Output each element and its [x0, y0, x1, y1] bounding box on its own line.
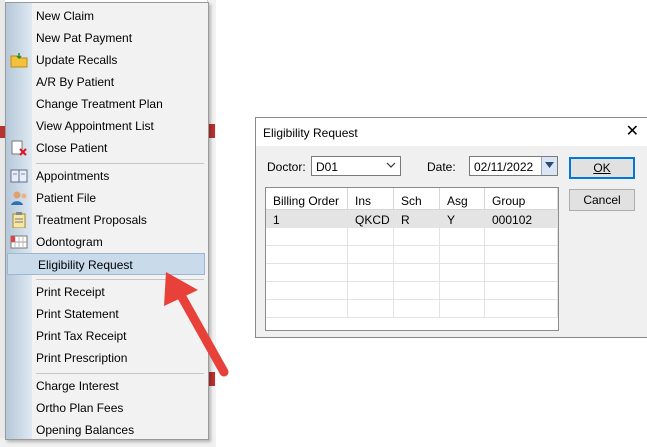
- table-cell: [440, 246, 485, 264]
- menu-item-opening-balances[interactable]: Opening Balances: [6, 419, 206, 441]
- odontogram-icon: [10, 234, 28, 250]
- menu-item-ortho-plan-fees[interactable]: Ortho Plan Fees: [6, 397, 206, 419]
- table-cell[interactable]: R: [394, 210, 440, 228]
- eligibility-request-dialog: Eligibility Request ✕ Doctor: D01 Date: …: [255, 117, 647, 338]
- table-cell: [485, 246, 558, 264]
- table-cell: [440, 228, 485, 246]
- menu-item-label: Ortho Plan Fees: [36, 401, 124, 415]
- table-cell: [266, 282, 348, 300]
- table-cell: [440, 282, 485, 300]
- cancel-button[interactable]: Cancel: [569, 189, 635, 211]
- table-cell: [485, 264, 558, 282]
- clipboard-icon: [10, 212, 28, 229]
- patient-file-icon: [10, 190, 28, 206]
- menu-item-odontogram[interactable]: Odontogram: [6, 231, 206, 253]
- menu-item-label: Print Statement: [36, 307, 119, 321]
- table-cell: [266, 246, 348, 264]
- menu-item-label: Opening Balances: [36, 423, 135, 437]
- menu-item-label: View Appointment List: [36, 119, 154, 133]
- table-cell: [394, 228, 440, 246]
- folder-icon: [10, 52, 28, 68]
- menu-item-patient-file[interactable]: Patient File: [6, 187, 206, 209]
- menu-item-label: Treatment Proposals: [36, 213, 147, 227]
- table-cell: [394, 300, 440, 318]
- doctor-value: D01: [316, 160, 339, 174]
- table-cell: [485, 282, 558, 300]
- insurance-grid[interactable]: Billing Order Ins Sch Asg Group 1 QKCD R Y 000102: [265, 187, 559, 331]
- ok-button[interactable]: OK: [569, 157, 635, 179]
- table-cell: [348, 228, 394, 246]
- menu-item-label: Close Patient: [36, 141, 108, 155]
- table-cell: [348, 282, 394, 300]
- menu-item-label: Charge Interest: [36, 379, 119, 393]
- menu-item-label: New Claim: [36, 9, 95, 23]
- table-cell: [440, 264, 485, 282]
- table-cell: [394, 282, 440, 300]
- menu-item-label: New Pat Payment: [36, 31, 133, 45]
- menu-item-new-pat-payment[interactable]: New Pat Payment: [6, 27, 206, 49]
- chevron-down-icon: [386, 162, 396, 168]
- close-patient-icon: [10, 140, 28, 156]
- table-cell: [394, 246, 440, 264]
- table-cell: [266, 300, 348, 318]
- date-picker[interactable]: 02/11/2022: [469, 156, 558, 176]
- table-cell[interactable]: Y: [440, 210, 485, 228]
- table-cell: [440, 300, 485, 318]
- ok-label: OK: [593, 161, 611, 175]
- menu-item-label: Odontogram: [36, 235, 103, 249]
- red-arrow-annotation: [164, 272, 229, 377]
- appointment-book-icon: [10, 168, 28, 184]
- table-cell: [394, 264, 440, 282]
- menu-item-label: A/R By Patient: [36, 75, 115, 89]
- date-dropdown-button[interactable]: [541, 157, 557, 175]
- doctor-label: Doctor:: [267, 160, 306, 174]
- menu-item-view-appointment-list[interactable]: View Appointment List: [6, 115, 206, 137]
- table-cell: [266, 264, 348, 282]
- menu-item-label: Print Prescription: [36, 351, 128, 365]
- menu-item-label: Update Recalls: [36, 53, 118, 67]
- menu-item-label: Print Receipt: [36, 285, 105, 299]
- date-value: 02/11/2022: [474, 160, 534, 174]
- menu-item-new-claim[interactable]: New Claim: [6, 5, 206, 27]
- table-cell: [266, 228, 348, 246]
- table-cell: [348, 264, 394, 282]
- menu-separator: [36, 163, 204, 164]
- column-header[interactable]: Asg: [440, 188, 485, 210]
- menu-item-appointments[interactable]: Appointments: [6, 165, 206, 187]
- table-cell: [348, 246, 394, 264]
- table-cell: [485, 300, 558, 318]
- column-header[interactable]: Billing Order: [266, 188, 348, 210]
- menu-item-a-r-by-patient[interactable]: A/R By Patient: [6, 71, 206, 93]
- column-header[interactable]: Ins: [348, 188, 394, 210]
- menu-item-treatment-proposals[interactable]: Treatment Proposals: [6, 209, 206, 231]
- table-cell[interactable]: 000102: [485, 210, 558, 228]
- doctor-select[interactable]: D01: [311, 156, 401, 176]
- menu-item-label: Print Tax Receipt: [36, 329, 127, 343]
- close-icon[interactable]: ✕: [626, 124, 639, 140]
- column-header[interactable]: Sch: [394, 188, 440, 210]
- menu-item-label: Eligibility Request: [38, 258, 133, 272]
- menu-item-label: Patient File: [36, 191, 97, 205]
- menu-item-label: Appointments: [36, 169, 110, 183]
- table-cell: [485, 228, 558, 246]
- table-cell[interactable]: QKCD: [348, 210, 394, 228]
- column-header[interactable]: Group: [485, 188, 558, 210]
- dialog-title: Eligibility Request: [263, 126, 358, 140]
- chevron-down-icon: [545, 162, 554, 168]
- menu-item-close-patient[interactable]: Close Patient: [6, 137, 206, 159]
- date-label: Date:: [427, 160, 456, 174]
- dialog-titlebar: Eligibility Request ✕: [256, 118, 647, 146]
- menu-item-label: Change Treatment Plan: [36, 97, 163, 111]
- menu-item-update-recalls[interactable]: Update Recalls: [6, 49, 206, 71]
- menu-item-change-treatment-plan[interactable]: Change Treatment Plan: [6, 93, 206, 115]
- table-cell: [348, 300, 394, 318]
- table-cell[interactable]: 1: [266, 210, 348, 228]
- cancel-label: Cancel: [583, 193, 621, 207]
